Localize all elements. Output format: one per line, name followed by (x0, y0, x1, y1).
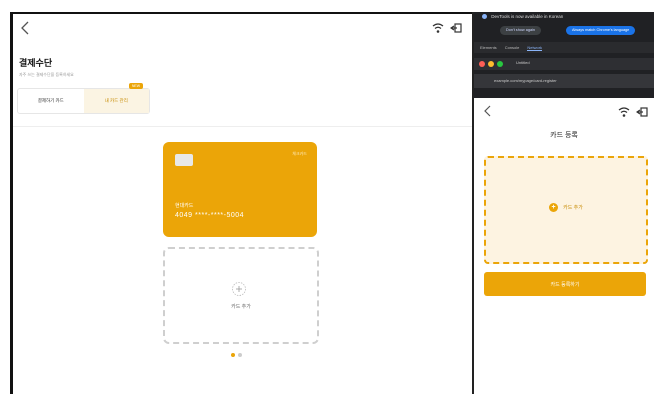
tab-pay-card[interactable]: 결제하기 카드 (18, 89, 84, 113)
tab-elements[interactable]: Elements (480, 45, 497, 50)
right-app-panel: 카드 등록 + 카드 추가 카드 등록하기 (474, 98, 654, 394)
devtools-panel: DevTools is now available in Korean Don'… (474, 12, 654, 98)
carousel-dot-active[interactable] (231, 353, 235, 357)
card-chip-icon (175, 154, 193, 166)
tab-card-manage[interactable]: 내 카드 관리 NEW (83, 83, 149, 113)
window-titlebar: Untitled (474, 58, 654, 70)
devtools-info: DevTools is now available in Korean (482, 14, 564, 20)
new-badge: NEW (128, 83, 143, 89)
payment-card[interactable]: 체크카드 현대카드 4049 ****-****-5004 (163, 142, 317, 237)
address-bar[interactable]: example.com/mypage/card-register (474, 74, 654, 88)
close-window-icon[interactable] (479, 61, 485, 67)
devtools-tabs: Elements Console Network (474, 42, 654, 53)
register-card-button[interactable]: 카드 등록하기 (484, 272, 646, 296)
carousel-dot[interactable] (238, 353, 242, 357)
plus-circle-icon (232, 282, 246, 296)
card-number: 4049 ****-****-5004 (175, 212, 245, 219)
switch-language-button[interactable]: Always match Chrome's language (566, 26, 636, 35)
left-app-panel: 결제수단 자주 쓰는 결제수단을 등록하세요 결제하기 카드 내 카드 관리 N… (13, 14, 472, 394)
add-card-slot[interactable]: 카드 추가 (163, 247, 319, 344)
header-icons (618, 106, 648, 118)
card-type-label: 체크카드 (292, 151, 307, 156)
add-card-label: 카드 추가 (563, 205, 583, 211)
payment-tabs: 결제하기 카드 내 카드 관리 NEW (17, 83, 150, 114)
back-arrow-icon[interactable] (19, 20, 31, 36)
tab-label: 결제하기 카드 (37, 98, 64, 103)
devtools-info-text: DevTools is now available in Korean (491, 14, 564, 19)
exit-icon[interactable] (636, 106, 648, 118)
back-arrow-icon[interactable] (482, 104, 492, 118)
wifi-icon[interactable] (432, 22, 444, 34)
dont-show-again-button[interactable]: Don't show again (500, 26, 542, 35)
maximize-window-icon[interactable] (497, 61, 503, 67)
divider (13, 126, 472, 127)
page-title: 카드 등록 (550, 132, 578, 139)
tab-label: 내 카드 관리 (104, 98, 128, 103)
plus-icon: + (549, 203, 559, 212)
header-icons (432, 22, 462, 34)
add-card-label: 카드 추가 (231, 304, 251, 310)
minimize-window-icon[interactable] (488, 61, 494, 67)
card-issuer: 현대카드 (175, 203, 194, 209)
tab-network[interactable]: Network (527, 45, 543, 51)
carousel-dots (231, 353, 242, 357)
exit-icon[interactable] (450, 22, 462, 34)
top-bezel (0, 0, 654, 12)
tab-console[interactable]: Console (505, 45, 520, 50)
page-subtitle: 자주 쓰는 결제수단을 등록하세요 (19, 72, 74, 77)
add-card-area[interactable]: + 카드 추가 (484, 156, 648, 264)
window-title: Untitled (516, 60, 530, 65)
wifi-icon[interactable] (618, 106, 630, 118)
url-text: example.com/mypage/card-register (494, 78, 557, 83)
page-title: 결제수단 (19, 58, 53, 68)
add-card-row: + 카드 추가 (486, 203, 646, 212)
info-icon (482, 14, 487, 20)
